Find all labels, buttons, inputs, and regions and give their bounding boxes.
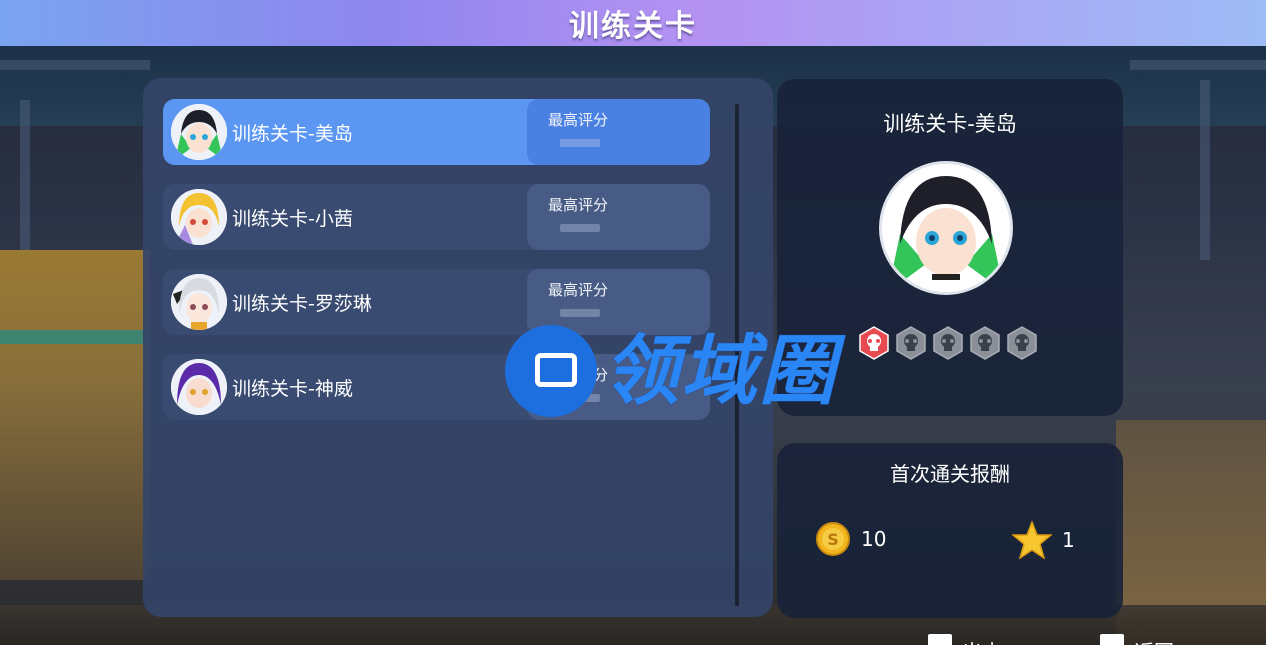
- best-score-box: 最高评分: [527, 184, 710, 250]
- level-item-meidao[interactable]: 训练关卡-美岛 最高评分: [163, 99, 710, 165]
- best-score-box: 最高评分: [527, 99, 710, 165]
- reward-coin: S 10: [815, 521, 886, 557]
- first-clear-reward-panel: 首次通关报酬 S 10 1: [777, 443, 1123, 618]
- watermark-text: 领域圈: [603, 326, 837, 415]
- title-bar: 训练关卡: [0, 0, 1266, 46]
- skull-icon: [1007, 326, 1037, 360]
- reward-star-amount: 1: [1062, 528, 1075, 552]
- meidao-avatar: [171, 104, 227, 160]
- best-score-placeholder: [560, 224, 600, 232]
- best-score-placeholder: [560, 309, 600, 317]
- difficulty-rating: [857, 326, 1039, 360]
- background-floor: [0, 250, 150, 580]
- background-beam: [1130, 60, 1266, 70]
- back-key-icon: [1100, 634, 1124, 645]
- skull-icon: [896, 326, 926, 360]
- svg-text:S: S: [827, 530, 839, 549]
- back-button[interactable]: 返回: [1100, 634, 1174, 645]
- skull-icon: [933, 326, 963, 360]
- watermark: 领域圈: [505, 325, 837, 417]
- detail-level-title: 训练关卡-美岛: [883, 112, 1017, 136]
- skull-icon: [970, 326, 1000, 360]
- best-score-label: 最高评分: [548, 111, 609, 129]
- best-score-label: 最高评分: [548, 196, 609, 214]
- level-name: 训练关卡-罗莎琳: [232, 293, 372, 315]
- reward-title: 首次通关报酬: [890, 462, 1010, 486]
- level-name: 训练关卡-小茜: [232, 208, 353, 230]
- reward-star: 1: [1012, 521, 1075, 559]
- page-title: 训练关卡: [569, 9, 697, 44]
- xiaoqian-avatar: [171, 189, 227, 245]
- background-stripe: [0, 330, 150, 344]
- luoshalin-avatar: [171, 274, 227, 330]
- reward-coin-amount: 10: [861, 527, 887, 551]
- back-label: 返回: [1134, 636, 1174, 645]
- level-item-xiaoqian[interactable]: 训练关卡-小茜 最高评分: [163, 184, 710, 250]
- start-label: 出击: [962, 636, 1002, 645]
- background-beam: [0, 60, 150, 70]
- level-name: 训练关卡-美岛: [232, 123, 353, 145]
- background-beam: [20, 100, 30, 250]
- coin-icon: S: [816, 522, 850, 556]
- star-icon: [1012, 521, 1052, 559]
- best-score-placeholder: [560, 139, 600, 147]
- skull-icon: [859, 326, 889, 360]
- background-beam: [1200, 80, 1210, 260]
- level-name: 训练关卡-神威: [232, 378, 353, 400]
- detail-character-portrait: [879, 161, 1013, 295]
- shenwei-avatar: [171, 359, 227, 415]
- watermark-logo-icon: [505, 325, 597, 417]
- best-score-label: 最高评分: [548, 281, 609, 299]
- start-button[interactable]: 出击: [928, 634, 1002, 645]
- start-key-icon: [928, 634, 952, 645]
